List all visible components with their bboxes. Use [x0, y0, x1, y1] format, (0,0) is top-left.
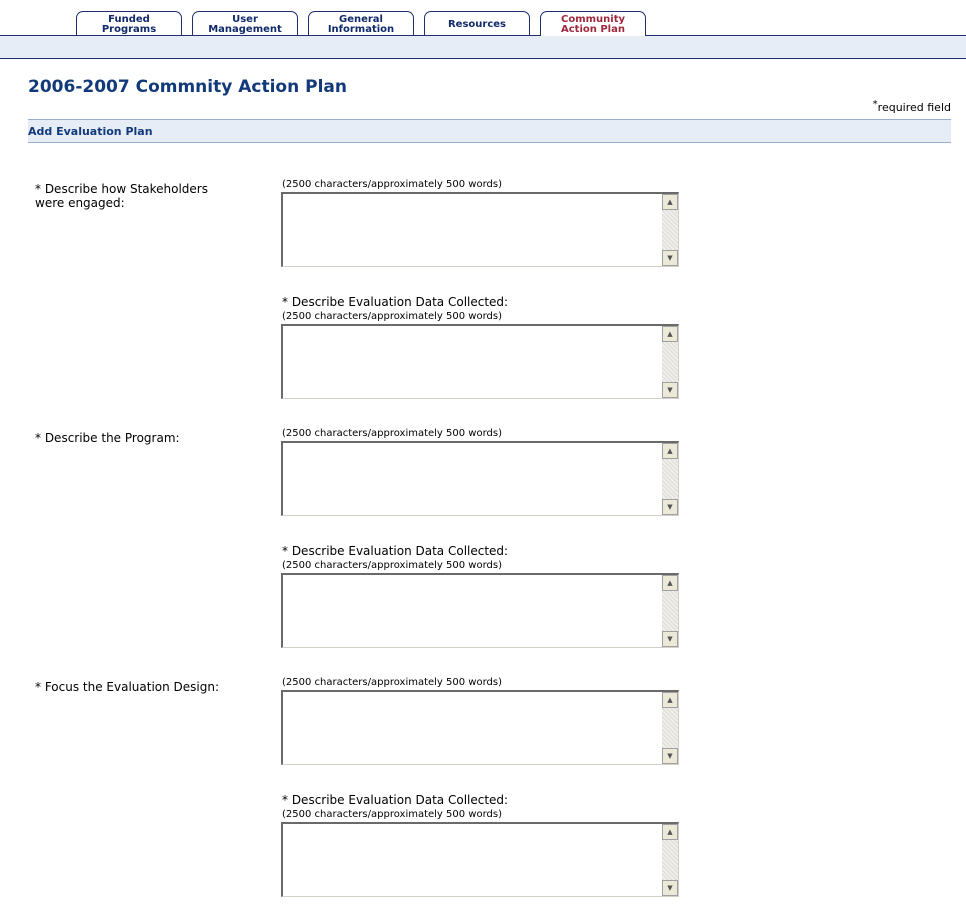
scroll-up-arrow-icon[interactable]: ▲ [662, 575, 678, 591]
tab-label: General Information [327, 14, 395, 35]
scroll-down-arrow-icon[interactable]: ▼ [662, 631, 678, 647]
required-marker: * [872, 99, 878, 110]
required-field-note: *required field [872, 99, 951, 114]
char-limit-hint: (2500 characters/approximately 500 words… [282, 428, 502, 439]
scroll-down-arrow-icon[interactable]: ▼ [662, 748, 678, 764]
scrollbar[interactable]: ▲ ▼ [662, 824, 678, 896]
tab-bar: Funded Programs User Management General … [0, 0, 966, 36]
scrollbar[interactable]: ▲ ▼ [662, 575, 678, 647]
scroll-up-arrow-icon[interactable]: ▲ [662, 824, 678, 840]
tab-funded-programs[interactable]: Funded Programs [76, 11, 182, 36]
question-label-program: * Describe the Program: [35, 431, 180, 445]
program-textarea[interactable]: ▲ ▼ [281, 441, 679, 516]
scrollbar[interactable]: ▲ ▼ [662, 692, 678, 764]
tab-community-action-plan[interactable]: Community Action Plan [540, 11, 646, 36]
page-title: 2006-2007 Commnity Action Plan [28, 77, 347, 97]
char-limit-hint: (2500 characters/approximately 500 words… [282, 179, 502, 190]
char-limit-hint: (2500 characters/approximately 500 words… [282, 560, 502, 571]
tab-label: User Management [208, 14, 282, 35]
evaluation-data-label: * Describe Evaluation Data Collected: [282, 295, 509, 309]
stakeholders-textarea[interactable]: ▲ ▼ [281, 192, 679, 267]
scrollbar[interactable]: ▲ ▼ [662, 194, 678, 266]
scroll-down-arrow-icon[interactable]: ▼ [662, 250, 678, 266]
scroll-up-arrow-icon[interactable]: ▲ [662, 326, 678, 342]
tab-label: Resources [447, 19, 507, 30]
header-band [0, 36, 966, 59]
evaluation-data-label: * Describe Evaluation Data Collected: [282, 793, 509, 807]
section-header: Add Evaluation Plan [28, 119, 951, 143]
question-label-stakeholders: * Describe how Stakeholders were engaged… [35, 182, 208, 210]
question-label-evaluation-design: * Focus the Evaluation Design: [35, 680, 220, 694]
required-note-text: required field [877, 101, 951, 114]
tab-user-management[interactable]: User Management [192, 11, 298, 36]
tab-label: Funded Programs [101, 14, 157, 35]
scrollbar[interactable]: ▲ ▼ [662, 443, 678, 515]
char-limit-hint: (2500 characters/approximately 500 words… [282, 809, 502, 820]
program-evaluation-data-textarea[interactable]: ▲ ▼ [281, 573, 679, 648]
scrollbar[interactable]: ▲ ▼ [662, 326, 678, 398]
char-limit-hint: (2500 characters/approximately 500 words… [282, 677, 502, 688]
evaluation-design-data-textarea[interactable]: ▲ ▼ [281, 822, 679, 897]
tab-general-information[interactable]: General Information [308, 11, 414, 36]
tab-resources[interactable]: Resources [424, 11, 530, 36]
scroll-down-arrow-icon[interactable]: ▼ [662, 880, 678, 896]
scroll-up-arrow-icon[interactable]: ▲ [662, 194, 678, 210]
evaluation-data-label: * Describe Evaluation Data Collected: [282, 544, 509, 558]
scroll-down-arrow-icon[interactable]: ▼ [662, 499, 678, 515]
char-limit-hint: (2500 characters/approximately 500 words… [282, 311, 502, 322]
evaluation-design-textarea[interactable]: ▲ ▼ [281, 690, 679, 765]
section-title: Add Evaluation Plan [28, 125, 153, 138]
tab-label: Community Action Plan [560, 14, 625, 35]
scroll-up-arrow-icon[interactable]: ▲ [662, 692, 678, 708]
scroll-down-arrow-icon[interactable]: ▼ [662, 382, 678, 398]
stakeholders-evaluation-data-textarea[interactable]: ▲ ▼ [281, 324, 679, 399]
scroll-up-arrow-icon[interactable]: ▲ [662, 443, 678, 459]
